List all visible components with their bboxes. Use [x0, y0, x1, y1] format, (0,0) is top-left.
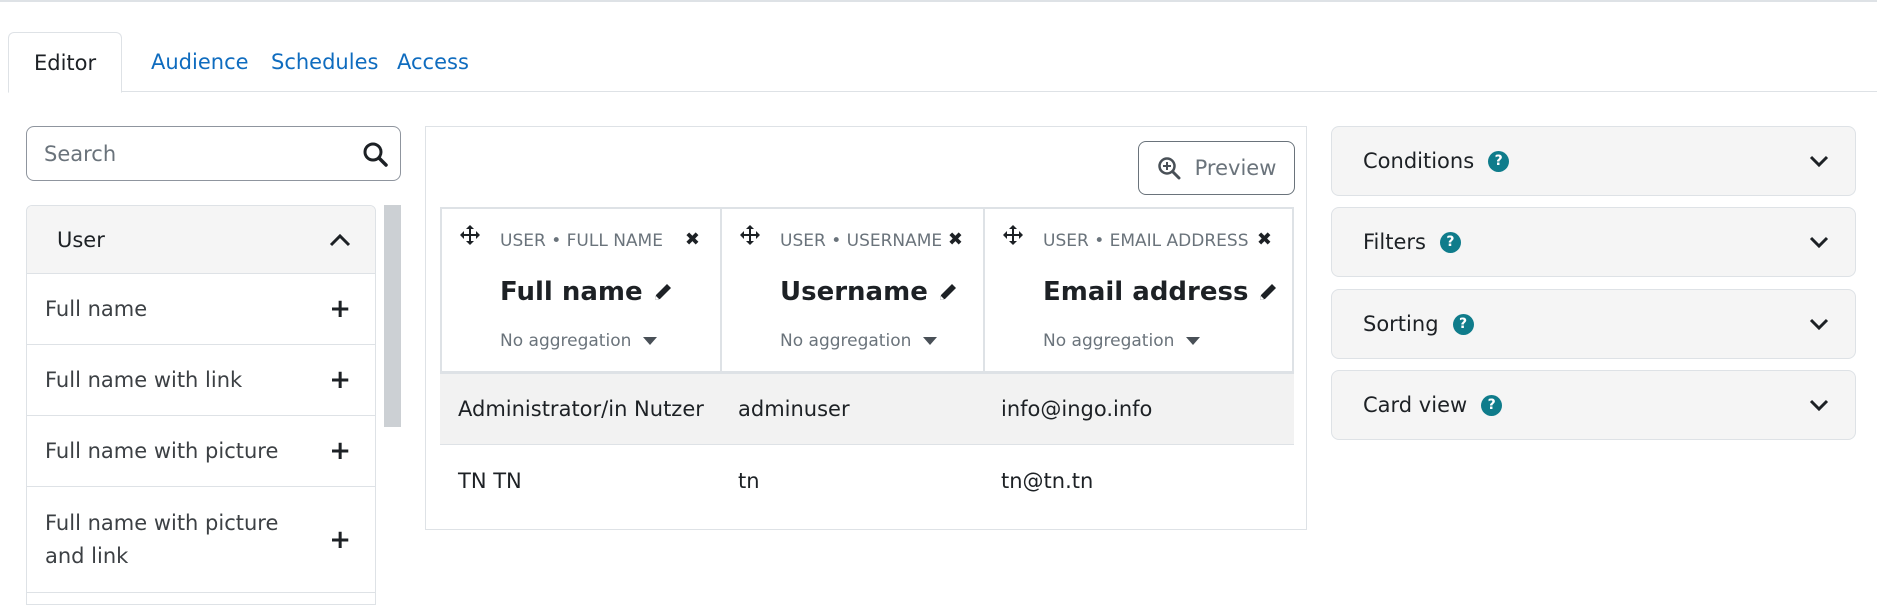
pencil-icon[interactable]	[1258, 282, 1278, 302]
panel-sorting[interactable]: Sorting ?	[1331, 289, 1856, 359]
sidebar-item-label: Full name	[45, 297, 148, 321]
tab-bar: Editor Audience Schedules Access	[8, 32, 1877, 93]
aggregation-select[interactable]: No aggregation	[780, 331, 938, 351]
chevron-down-icon[interactable]	[1809, 236, 1829, 249]
table-row: TN TN tn tn@tn.tn	[440, 445, 1294, 516]
close-icon[interactable]: ✖	[948, 229, 963, 250]
aggregation-select[interactable]: No aggregation	[1043, 331, 1201, 351]
table-cell: adminuser	[738, 397, 850, 421]
help-icon[interactable]: ?	[1439, 231, 1461, 253]
search-input[interactable]	[27, 127, 347, 180]
column-title: Full name	[500, 277, 673, 307]
column-source: USER • USERNAME	[780, 231, 943, 251]
panel-title: Card view	[1363, 393, 1468, 417]
sidebar-item-label: Full name with picture and link	[45, 510, 279, 568]
move-icon[interactable]	[1003, 225, 1023, 245]
column-title-text: Full name	[500, 277, 643, 307]
tab-editor[interactable]: Editor	[8, 32, 123, 93]
column-source: USER • FULL NAME	[500, 231, 663, 251]
sidebar-item-label: Full name with link	[45, 368, 243, 392]
close-icon[interactable]: ✖	[1257, 229, 1272, 250]
sidebar-scrollbar[interactable]	[384, 205, 401, 427]
column-header-email: USER • EMAIL ADDRESS ✖ Email address No …	[985, 209, 1292, 371]
panel-card-view[interactable]: Card view ?	[1331, 370, 1856, 440]
table-cell: Administrator/in Nutzer	[458, 397, 704, 421]
add-icon[interactable]: +	[329, 296, 351, 322]
caret-down-icon	[643, 337, 658, 345]
chevron-up-icon[interactable]	[329, 233, 351, 247]
aggregation-select[interactable]: No aggregation	[500, 331, 658, 351]
panel-title: Sorting	[1363, 312, 1439, 336]
table-cell: info@ingo.info	[1001, 397, 1153, 421]
help-icon[interactable]: ?	[1488, 150, 1510, 172]
top-divider	[0, 0, 1877, 2]
report-source-list: User Full name + Full name with link + F…	[26, 205, 376, 605]
caret-down-icon	[1186, 337, 1201, 345]
caret-down-icon	[923, 337, 938, 345]
move-icon[interactable]	[460, 225, 480, 245]
zoom-in-icon	[1157, 157, 1181, 180]
sidebar-item-full-name-picture-link[interactable]: Full name with picture and link +	[27, 487, 375, 593]
panel-title: Filters	[1363, 230, 1426, 254]
aggregation-value: No aggregation	[500, 331, 632, 351]
column-title-text: Email address	[1043, 277, 1249, 307]
section-header-user[interactable]: User	[27, 206, 375, 274]
search-icon[interactable]	[362, 141, 388, 167]
column-header-full-name: USER • FULL NAME ✖ Full name No aggregat…	[442, 209, 722, 371]
panel-filters[interactable]: Filters ?	[1331, 207, 1856, 277]
section-title: User	[57, 227, 105, 252]
move-icon[interactable]	[740, 225, 760, 245]
aggregation-value: No aggregation	[780, 331, 912, 351]
aggregation-value: No aggregation	[1043, 331, 1175, 351]
panel-title: Conditions	[1363, 149, 1475, 173]
chevron-down-icon[interactable]	[1809, 318, 1829, 331]
column-header-username: USER • USERNAME ✖ Username No aggregatio…	[722, 209, 985, 371]
help-icon[interactable]: ?	[1481, 394, 1503, 416]
table-cell: TN TN	[458, 468, 522, 493]
column-title: Username	[780, 277, 958, 307]
add-icon[interactable]: +	[329, 438, 351, 464]
report-editor: Preview USER • FULL NAME ✖ Full name No …	[425, 126, 1307, 530]
sidebar-item-full-name-link[interactable]: Full name with link +	[27, 345, 375, 416]
sidebar-item-label: Full name with picture	[45, 439, 279, 463]
chevron-down-icon[interactable]	[1809, 399, 1829, 412]
search-box	[26, 126, 401, 181]
preview-button[interactable]: Preview	[1138, 141, 1295, 195]
add-icon[interactable]: +	[329, 367, 351, 393]
table-cell: tn	[738, 468, 760, 493]
report-table: USER • FULL NAME ✖ Full name No aggregat…	[440, 207, 1294, 516]
table-header-row: USER • FULL NAME ✖ Full name No aggregat…	[440, 207, 1294, 374]
table-row: Administrator/in Nutzer adminuser info@i…	[440, 374, 1294, 445]
panel-conditions[interactable]: Conditions ?	[1331, 126, 1856, 196]
tab-access[interactable]: Access	[372, 32, 494, 92]
help-icon[interactable]: ?	[1452, 313, 1474, 335]
table-cell: tn@tn.tn	[1001, 468, 1094, 493]
pencil-icon[interactable]	[653, 282, 673, 302]
sidebar-item-full-name[interactable]: Full name +	[27, 274, 375, 345]
sidebar-item-full-name-picture[interactable]: Full name with picture +	[27, 416, 375, 487]
chevron-down-icon[interactable]	[1809, 155, 1829, 168]
column-title-text: Username	[780, 277, 928, 307]
preview-label: Preview	[1194, 156, 1277, 180]
column-title: Email address	[1043, 277, 1278, 307]
close-icon[interactable]: ✖	[685, 229, 700, 250]
pencil-icon[interactable]	[938, 282, 958, 302]
add-icon[interactable]: +	[329, 527, 351, 553]
column-source: USER • EMAIL ADDRESS	[1043, 231, 1249, 251]
